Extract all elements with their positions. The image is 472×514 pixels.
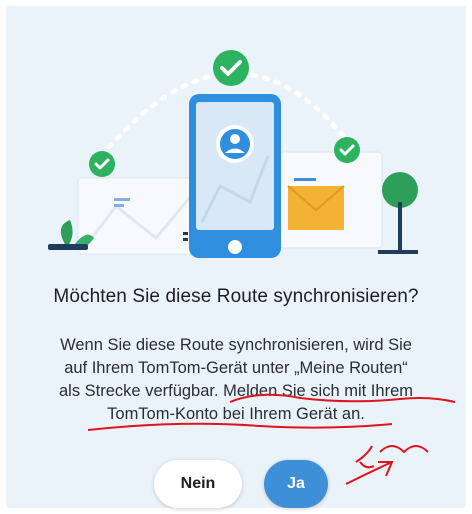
dialog-title: Möchten Sie diese Route synchronisieren?: [53, 286, 419, 307]
body-line: Wenn Sie diese Route synchronisieren, wi…: [60, 336, 412, 354]
body-text-segment: als Strecke verfügbar.: [59, 382, 224, 400]
sync-route-dialog: Möchten Sie diese Route synchronisieren?…: [6, 6, 466, 508]
login-hint: TomTom-Konto bei Ihrem Gerät an.: [107, 405, 365, 423]
document-card-right: [279, 151, 383, 249]
tree-icon: [378, 172, 418, 254]
check-icon: [89, 151, 115, 177]
check-icon: [213, 50, 249, 86]
phone-icon: [183, 94, 281, 258]
map-card-left: [77, 177, 197, 255]
body-line: auf Ihrem TomTom-Gerät unter „Meine Rout…: [64, 359, 408, 377]
no-button[interactable]: Nein: [154, 460, 242, 508]
user-icon: [216, 125, 254, 163]
check-icon: [334, 137, 360, 163]
login-hint: Melden Sie sich mit Ihrem: [223, 382, 413, 400]
yes-button[interactable]: Ja: [264, 460, 328, 508]
body-line: als Strecke verfügbar. Melden Sie sich m…: [36, 380, 436, 403]
dialog-body: Wenn Sie diese Route synchronisieren, wi…: [36, 334, 436, 426]
sync-illustration: [48, 50, 418, 258]
